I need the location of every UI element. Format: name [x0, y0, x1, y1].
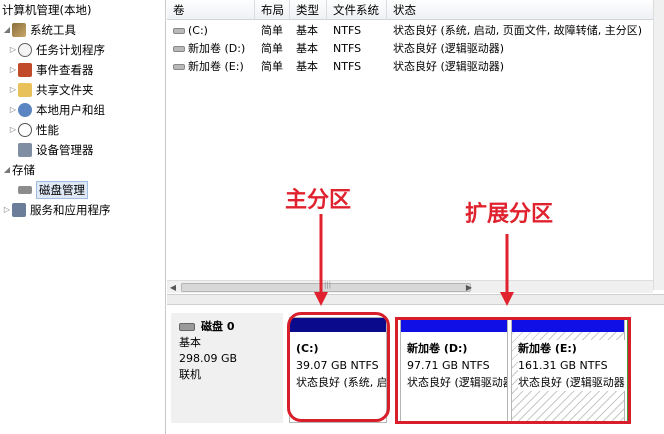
shared-folder-icon [18, 83, 32, 97]
device-manager-icon [18, 143, 32, 157]
tree-root-label: 计算机管理(本地) [2, 3, 92, 17]
navigation-tree: 计算机管理(本地) ◢ 系统工具 ▷ 任务计划程序 ▷ 事件查看器 ▷ 共享文件… [0, 0, 166, 434]
performance-icon [18, 123, 32, 137]
event-viewer-icon [18, 63, 32, 77]
collapsed-arrow-icon[interactable]: ▷ [8, 80, 18, 100]
tree-item-label: 事件查看器 [36, 63, 94, 77]
annotation-primary-partition: 主分区 [285, 187, 352, 213]
annotation-extended-partition: 扩展分区 [465, 201, 554, 227]
tree-item-system-tools[interactable]: ◢ 系统工具 [2, 20, 76, 40]
expanded-arrow-icon[interactable]: ◢ [2, 20, 12, 40]
clock-icon [18, 43, 32, 57]
services-icon [12, 203, 26, 217]
collapsed-arrow-icon[interactable]: ▷ [8, 120, 18, 140]
tree-item-label: 磁盘管理 [36, 181, 88, 199]
tree-item-label: 服务和应用程序 [30, 203, 111, 217]
tree-item-storage[interactable]: ◢ 存储 [2, 160, 35, 180]
tree-item-local-users[interactable]: ▷ 本地用户和组 [8, 100, 105, 120]
tree-item-performance[interactable]: ▷ 性能 [8, 120, 59, 140]
collapsed-arrow-icon[interactable]: ▷ [8, 100, 18, 120]
tree-item-label: 共享文件夹 [36, 83, 94, 97]
tree-item-services-apps[interactable]: ▷ 服务和应用程序 [2, 200, 111, 220]
tree-item-device-manager[interactable]: 设备管理器 [18, 140, 94, 160]
arrow-head-primary [314, 292, 328, 306]
tree-root[interactable]: 计算机管理(本地) [2, 0, 91, 20]
arrow-head-extended [500, 292, 514, 306]
tree-item-shared-folders[interactable]: ▷ 共享文件夹 [8, 80, 94, 100]
collapsed-arrow-icon[interactable]: ▷ [8, 40, 18, 60]
tools-icon [12, 23, 26, 37]
users-icon [18, 103, 32, 117]
disk-management-pane: 卷 布局 类型 文件系统 状态 (C:) 简单 基本 NTFS 状态良好 (系统… [167, 0, 664, 434]
tree-item-event-viewer[interactable]: ▷ 事件查看器 [8, 60, 94, 80]
tree-item-label: 存储 [12, 163, 35, 177]
tree-item-label: 任务计划程序 [36, 43, 105, 57]
disk-management-icon [18, 186, 32, 194]
tree-item-label: 系统工具 [30, 23, 76, 37]
tree-item-task-scheduler[interactable]: ▷ 任务计划程序 [8, 40, 105, 60]
tree-item-label: 性能 [36, 123, 59, 137]
annotation-arrows [314, 214, 514, 306]
collapsed-arrow-icon[interactable]: ▷ [2, 200, 12, 220]
tree-item-label: 设备管理器 [36, 143, 94, 157]
tree-item-label: 本地用户和组 [36, 103, 105, 117]
collapsed-arrow-icon[interactable]: ▷ [8, 60, 18, 80]
tree-item-disk-management[interactable]: 磁盘管理 [18, 180, 88, 200]
expanded-arrow-icon[interactable]: ◢ [2, 160, 12, 180]
